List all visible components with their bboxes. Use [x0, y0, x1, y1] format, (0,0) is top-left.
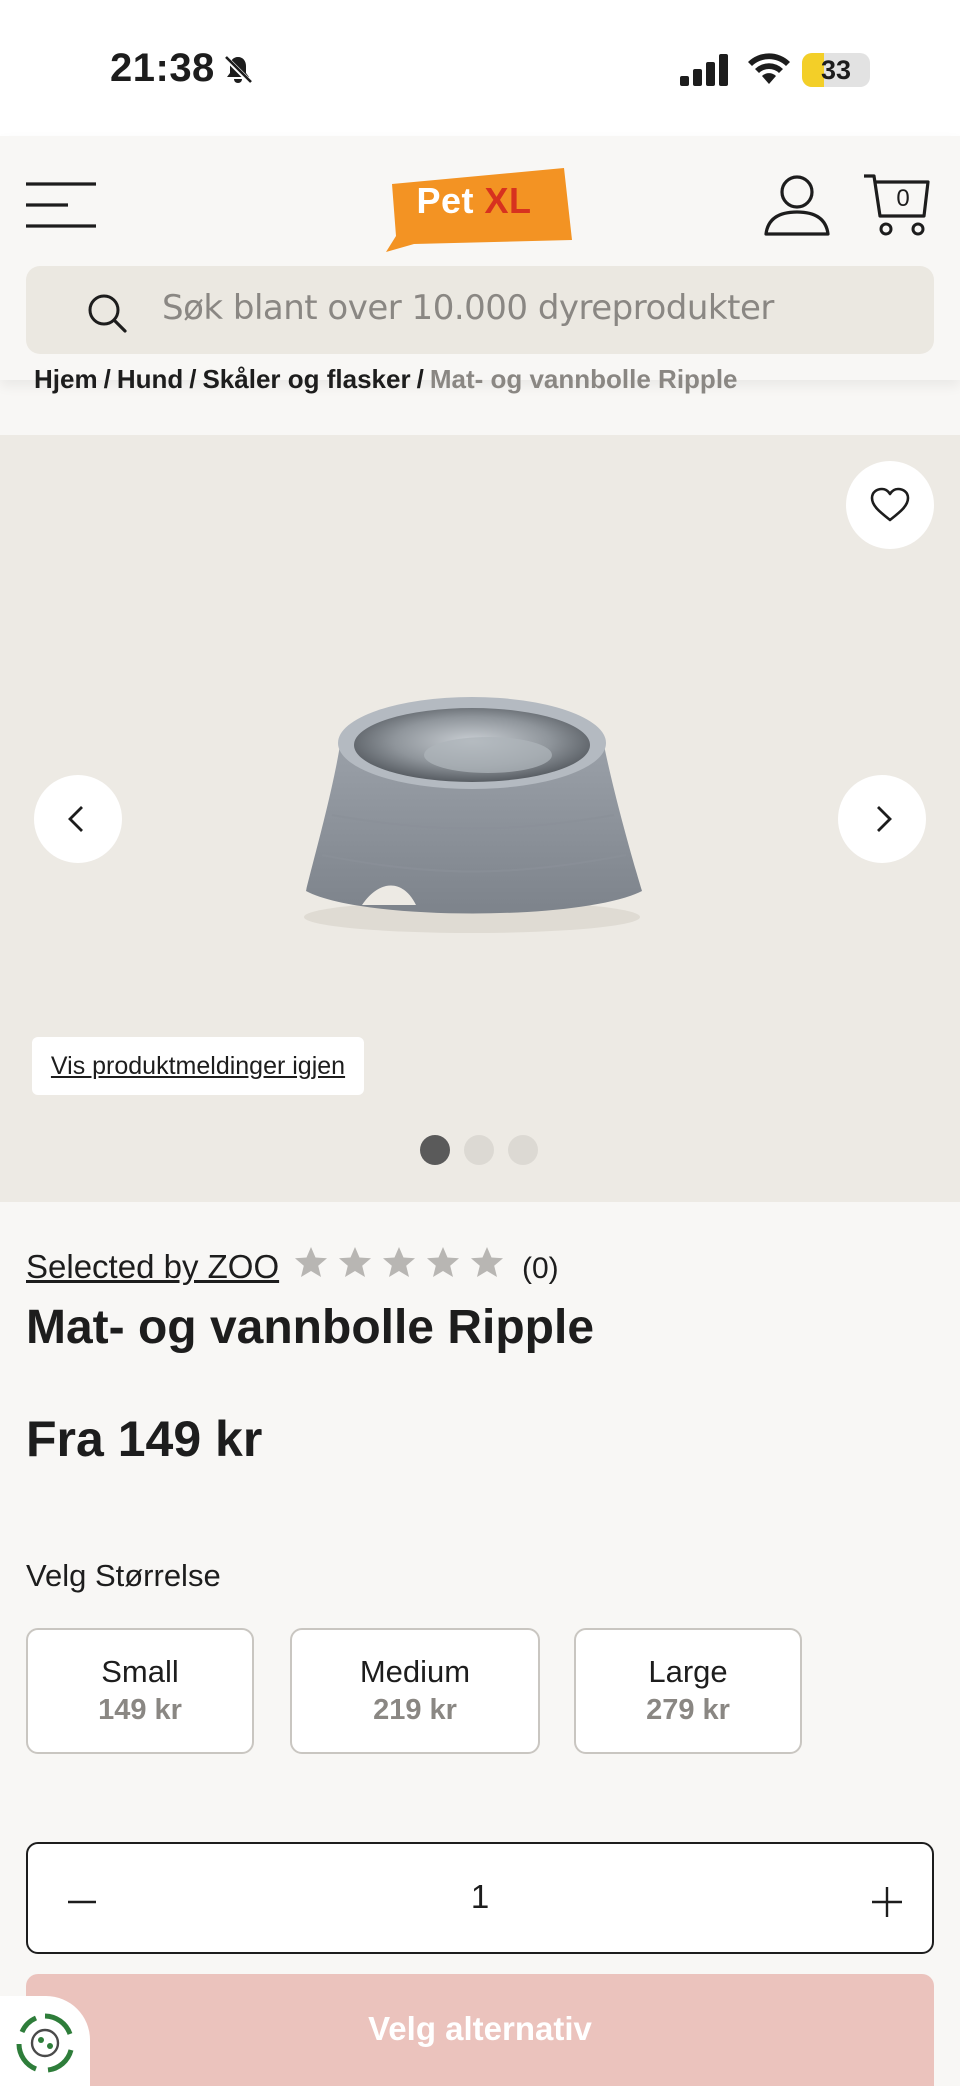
eco-badge[interactable]: [0, 1996, 90, 2086]
show-product-notices-button[interactable]: Vis produktmeldinger igjen: [32, 1037, 364, 1095]
star-icon: [339, 1247, 371, 1277]
battery-indicator: 33: [802, 53, 870, 87]
gallery-pagination: [420, 1135, 540, 1167]
star-icon: [427, 1247, 459, 1277]
breadcrumb-current: Mat- og vannbolle Ripple: [429, 364, 738, 394]
menu-button[interactable]: [24, 180, 98, 230]
star-icon: [383, 1247, 415, 1277]
wifi-icon: [746, 50, 792, 91]
brand-link[interactable]: Selected by ZOO: [26, 1248, 279, 1286]
chevron-left-icon: [68, 806, 83, 832]
bell-off-icon: [222, 54, 254, 91]
search-icon: [86, 292, 128, 339]
gallery-dot-3[interactable]: [508, 1135, 538, 1165]
product-image-bowl: [292, 685, 652, 950]
search-input[interactable]: Søk blant over 10.000 dyreprodukter: [26, 266, 934, 354]
chevron-right-icon: [877, 806, 892, 832]
size-option-price: 279 kr: [646, 1694, 730, 1726]
product-price: Fra 149 kr: [26, 1411, 263, 1467]
breadcrumb-item-home[interactable]: Hjem: [34, 364, 98, 394]
heart-icon: [870, 487, 910, 522]
battery-level: 33: [820, 55, 852, 85]
search-placeholder: Søk blant over 10.000 dyreprodukter: [162, 288, 774, 328]
review-count[interactable]: (0): [522, 1252, 559, 1286]
cart-button[interactable]: 0: [862, 172, 932, 238]
quantity-value[interactable]: 1: [28, 1878, 932, 1916]
menu-icon: [26, 182, 96, 228]
size-option-small[interactable]: Small 149 kr: [26, 1628, 254, 1754]
quantity-decrease-button[interactable]: [58, 1874, 108, 1924]
size-option-price: 219 kr: [373, 1694, 457, 1726]
cart-count: 0: [896, 185, 910, 212]
gallery-dot-1[interactable]: [420, 1135, 450, 1165]
product-gallery[interactable]: Vis produktmeldinger igjen: [0, 435, 960, 1202]
size-option-medium[interactable]: Medium 219 kr: [290, 1628, 540, 1754]
quantity-stepper[interactable]: 1: [26, 1842, 934, 1954]
account-button[interactable]: [762, 174, 832, 238]
logo-wordmark: Pet XL: [384, 180, 564, 222]
status-time: 21:38: [110, 46, 215, 90]
breadcrumb-separator: /: [416, 364, 424, 394]
user-icon: [764, 175, 830, 236]
plus-icon: [872, 1887, 902, 1917]
star-icon: [471, 1247, 503, 1277]
size-option-large[interactable]: Large 279 kr: [574, 1628, 802, 1754]
size-option-price: 149 kr: [98, 1694, 182, 1726]
site-header: Pet XL 0 Søk blant over 10.000 dyreprodu…: [0, 136, 960, 380]
logo-word-pet: Pet: [416, 180, 474, 221]
minus-icon: [68, 1900, 96, 1904]
choose-option-button[interactable]: Velg alternativ: [26, 1974, 934, 2086]
gallery-next-button[interactable]: [838, 775, 926, 863]
recycle-icon: [16, 2013, 74, 2073]
logo-word-xl: XL: [484, 180, 532, 221]
product-title: Mat- og vannbolle Ripple: [26, 1301, 595, 1354]
gallery-dot-2[interactable]: [464, 1135, 494, 1165]
petxl-logo[interactable]: Pet XL: [384, 160, 576, 252]
size-label: Velg Størrelse: [26, 1558, 221, 1593]
breadcrumb-separator: /: [103, 364, 111, 394]
size-option-name: Medium: [359, 1654, 471, 1689]
size-option-name: Small: [101, 1654, 179, 1689]
breadcrumb-item-dog[interactable]: Hund: [117, 364, 183, 394]
favorite-button[interactable]: [846, 461, 934, 549]
gallery-prev-button[interactable]: [34, 775, 122, 863]
cellular-signal-icon: [680, 54, 730, 91]
breadcrumb-separator: /: [189, 364, 197, 394]
status-bar: 21:38 33: [0, 0, 960, 136]
breadcrumb: Hjem / Hund / Skåler og flasker / Mat- og vann…: [34, 364, 934, 394]
breadcrumb-item-bowls[interactable]: Skåler og flasker: [202, 364, 410, 394]
size-option-name: Large: [648, 1654, 728, 1689]
star-icon: [295, 1247, 327, 1277]
quantity-increase-button[interactable]: [862, 1874, 912, 1924]
